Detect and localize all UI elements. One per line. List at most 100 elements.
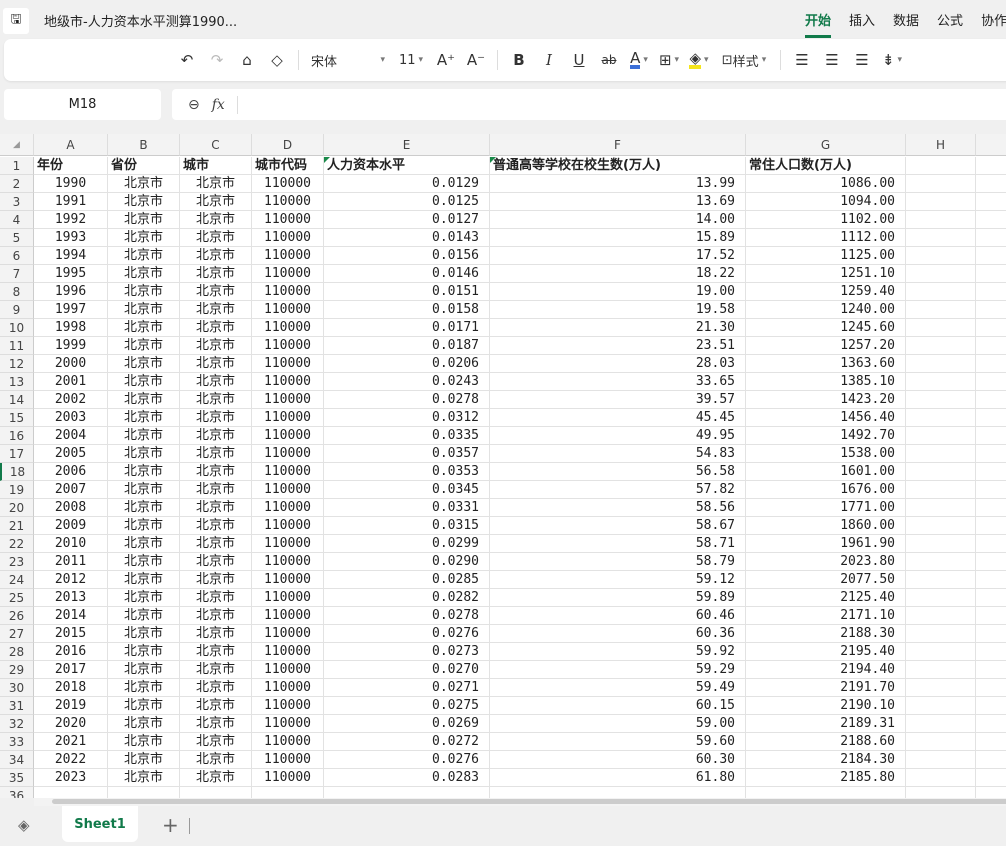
- cell[interactable]: [976, 643, 1006, 661]
- cell[interactable]: [906, 373, 976, 391]
- cell[interactable]: 19.00: [490, 283, 746, 301]
- cell[interactable]: 北京市: [180, 481, 252, 499]
- cell[interactable]: [976, 661, 1006, 679]
- cell[interactable]: [906, 589, 976, 607]
- cell[interactable]: 110000: [252, 553, 324, 571]
- cell[interactable]: 0.0278: [324, 607, 490, 625]
- row-header[interactable]: 2: [0, 175, 34, 193]
- cell[interactable]: 北京市: [108, 283, 180, 301]
- cell[interactable]: 59.49: [490, 679, 746, 697]
- cell[interactable]: 110000: [252, 427, 324, 445]
- vertical-align-icon[interactable]: ⇟ ▾: [877, 46, 907, 74]
- cell[interactable]: 0.0285: [324, 571, 490, 589]
- name-box[interactable]: M18: [4, 89, 161, 120]
- cell[interactable]: 23.51: [490, 337, 746, 355]
- cell[interactable]: [906, 211, 976, 229]
- cell[interactable]: [976, 481, 1006, 499]
- row-header[interactable]: 31: [0, 697, 34, 715]
- font-color-icon[interactable]: A ▾: [624, 46, 654, 74]
- cell[interactable]: 110000: [252, 499, 324, 517]
- cell[interactable]: [906, 751, 976, 769]
- zoom-search-icon[interactable]: ⊖: [188, 97, 200, 113]
- cell[interactable]: 北京市: [108, 229, 180, 247]
- cell[interactable]: [252, 787, 324, 798]
- cell[interactable]: 2195.40: [746, 643, 906, 661]
- cell[interactable]: 110000: [252, 661, 324, 679]
- row-header[interactable]: 30: [0, 679, 34, 697]
- cell[interactable]: 1363.60: [746, 355, 906, 373]
- tab-formula[interactable]: 公式: [937, 10, 963, 29]
- cell[interactable]: 北京市: [180, 553, 252, 571]
- cell[interactable]: 1994: [34, 247, 108, 265]
- cell[interactable]: 2003: [34, 409, 108, 427]
- cell[interactable]: 110000: [252, 175, 324, 193]
- cell[interactable]: 2191.70: [746, 679, 906, 697]
- row-header[interactable]: 7: [0, 265, 34, 283]
- cell[interactable]: 2188.30: [746, 625, 906, 643]
- cell[interactable]: 北京市: [180, 715, 252, 733]
- eraser-icon[interactable]: ◇: [262, 46, 292, 74]
- row-header[interactable]: 33: [0, 733, 34, 751]
- cell[interactable]: 北京市: [108, 481, 180, 499]
- cell[interactable]: 0.0299: [324, 535, 490, 553]
- cell[interactable]: 2007: [34, 481, 108, 499]
- cell[interactable]: 2023: [34, 769, 108, 787]
- cell[interactable]: 0.0290: [324, 553, 490, 571]
- cell[interactable]: 北京市: [180, 769, 252, 787]
- tab-insert[interactable]: 插入: [849, 10, 875, 29]
- cell[interactable]: 0.0158: [324, 301, 490, 319]
- cell[interactable]: 0.0270: [324, 661, 490, 679]
- cell[interactable]: 1992: [34, 211, 108, 229]
- cell[interactable]: [976, 265, 1006, 283]
- cell[interactable]: [906, 319, 976, 337]
- cell[interactable]: 北京市: [180, 193, 252, 211]
- cell[interactable]: 110000: [252, 445, 324, 463]
- cell[interactable]: 59.00: [490, 715, 746, 733]
- font-size-select[interactable]: 11 ▾: [391, 46, 431, 74]
- cell[interactable]: 0.0171: [324, 319, 490, 337]
- cell[interactable]: 0.0129: [324, 175, 490, 193]
- tab-home[interactable]: 开始: [805, 10, 832, 38]
- cell[interactable]: 北京市: [180, 697, 252, 715]
- cell[interactable]: 北京市: [180, 643, 252, 661]
- column-header[interactable]: F: [490, 134, 746, 156]
- cell[interactable]: 2017: [34, 661, 108, 679]
- cell[interactable]: 北京市: [180, 409, 252, 427]
- font-name-select[interactable]: 宋体 ▾: [305, 46, 391, 74]
- cell[interactable]: 北京市: [180, 175, 252, 193]
- cell[interactable]: [976, 607, 1006, 625]
- cell[interactable]: 110000: [252, 391, 324, 409]
- cell[interactable]: [976, 499, 1006, 517]
- cell[interactable]: 1125.00: [746, 247, 906, 265]
- cell[interactable]: [108, 787, 180, 798]
- redo-icon[interactable]: ↷: [202, 46, 232, 74]
- cell[interactable]: 0.0273: [324, 643, 490, 661]
- cell[interactable]: 33.65: [490, 373, 746, 391]
- cell[interactable]: 110000: [252, 301, 324, 319]
- cell[interactable]: 北京市: [108, 589, 180, 607]
- cell[interactable]: 110000: [252, 607, 324, 625]
- cell[interactable]: 61.80: [490, 769, 746, 787]
- column-header[interactable]: A: [34, 134, 108, 156]
- cell[interactable]: [906, 391, 976, 409]
- cell[interactable]: 1112.00: [746, 229, 906, 247]
- cell[interactable]: [906, 157, 976, 175]
- tab-collab[interactable]: 协作: [981, 10, 1006, 29]
- cell[interactable]: 北京市: [108, 517, 180, 535]
- cell[interactable]: [976, 553, 1006, 571]
- cell[interactable]: 1999: [34, 337, 108, 355]
- cell[interactable]: 110000: [252, 517, 324, 535]
- header-cell[interactable]: 常住人口数(万人): [746, 157, 906, 175]
- cell[interactable]: [976, 211, 1006, 229]
- cell[interactable]: 2077.50: [746, 571, 906, 589]
- cell[interactable]: 18.22: [490, 265, 746, 283]
- header-cell[interactable]: 城市: [180, 157, 252, 175]
- cell[interactable]: 北京市: [180, 589, 252, 607]
- sheet-tab-sheet1[interactable]: Sheet1: [62, 806, 138, 842]
- cell[interactable]: 1257.20: [746, 337, 906, 355]
- cell[interactable]: 2171.10: [746, 607, 906, 625]
- cell[interactable]: [976, 679, 1006, 697]
- border-icon[interactable]: ⊞ ▾: [654, 46, 684, 74]
- cell[interactable]: 1990: [34, 175, 108, 193]
- italic-icon[interactable]: I: [534, 46, 564, 74]
